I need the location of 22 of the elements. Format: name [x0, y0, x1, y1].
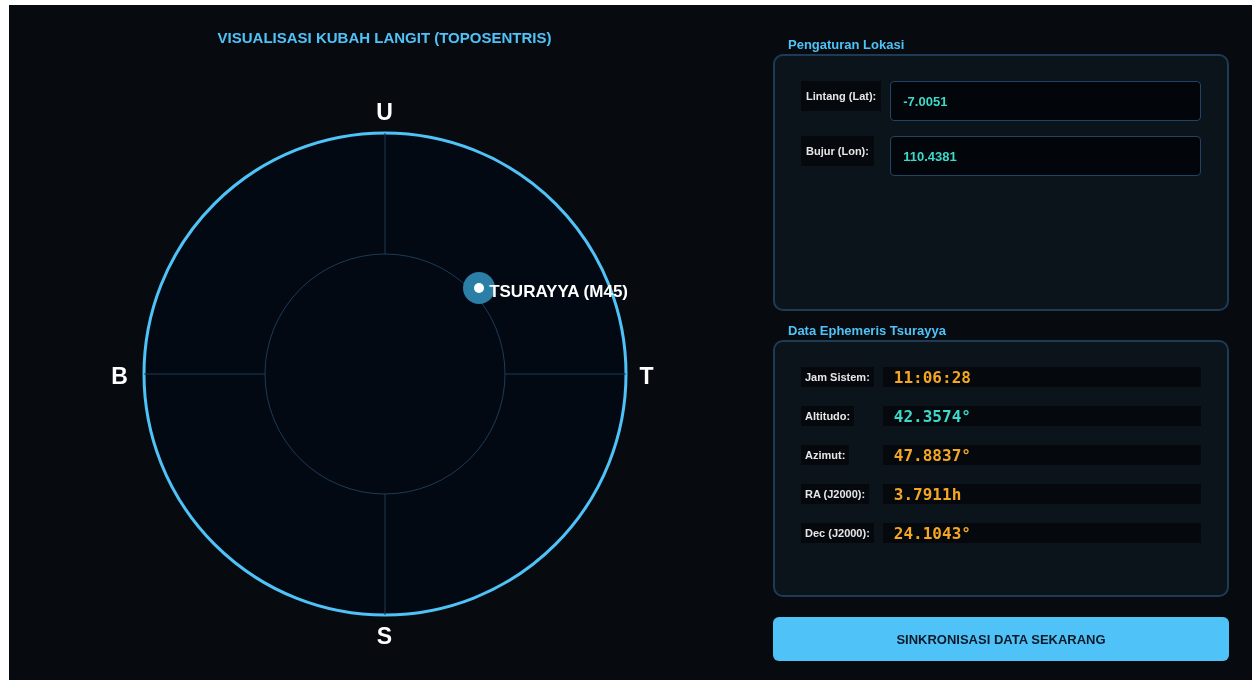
data-value: 11:06:28	[882, 367, 1201, 387]
section-heading: Data Ephemeris Tsurayya	[788, 323, 947, 338]
direction-label: U	[376, 100, 393, 124]
data-value: 42.3574°	[882, 406, 1201, 426]
direction-label: S	[376, 624, 393, 648]
section-heading: Pengaturan Lokasi	[788, 37, 906, 52]
data-label: Dec (J2000):	[801, 523, 874, 543]
data-value: 47.8837°	[882, 445, 1201, 465]
data-label: Jam Sistem:	[801, 367, 874, 387]
direction-label: B	[111, 364, 128, 388]
input-field[interactable]: -7.0051	[890, 81, 1201, 121]
data-value: 24.1043°	[882, 523, 1201, 543]
direction-label: T	[639, 364, 654, 388]
field-label: Bujur (Lon):	[801, 136, 874, 166]
input-field[interactable]: 110.4381	[890, 136, 1201, 176]
data-value: 3.7911h	[882, 484, 1201, 504]
chart-title: VISUALISASI KUBAH LANGIT (TOPOSENTRIS)	[217, 29, 552, 48]
data-label: RA (J2000):	[801, 484, 870, 504]
data-label: Azimut:	[801, 445, 850, 465]
sync-button[interactable]: SINKRONISASI DATA SEKARANG	[773, 617, 1229, 661]
data-label: Altitudo:	[801, 406, 855, 426]
field-label: Lintang (Lat):	[801, 81, 882, 111]
